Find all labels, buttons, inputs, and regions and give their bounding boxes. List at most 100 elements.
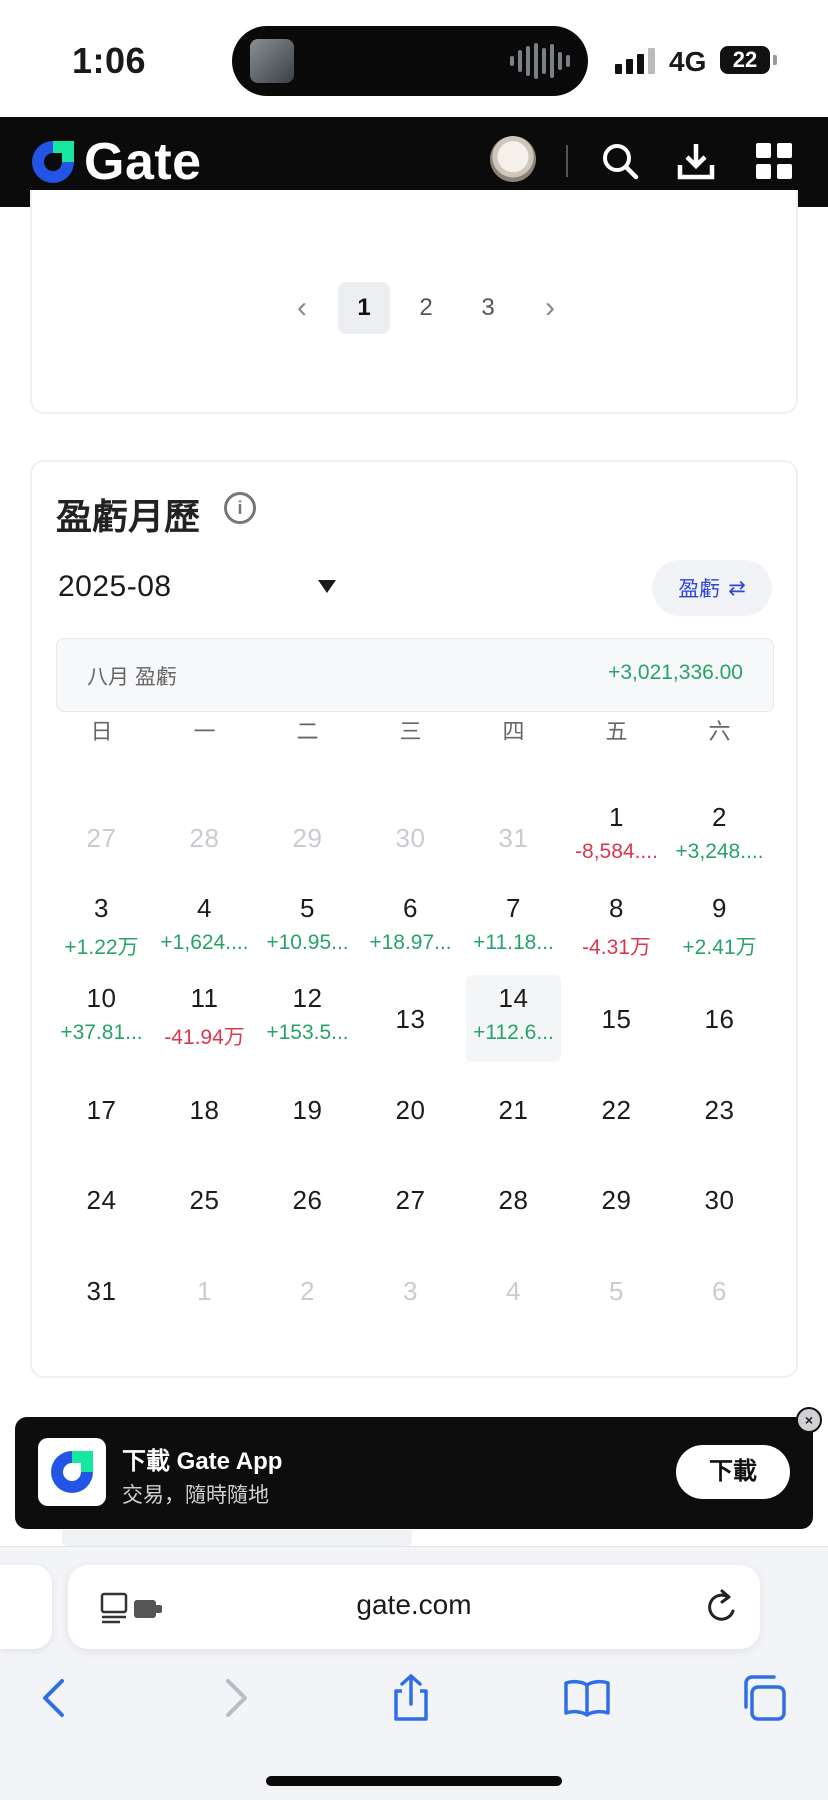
day-number: 5 <box>609 1275 624 1306</box>
calendar-day-cell[interactable]: 1 -8,584.... <box>565 792 668 883</box>
calendar-day-cell[interactable]: 23 <box>668 1064 771 1155</box>
day-number: 3 <box>403 1275 418 1306</box>
banner-subtitle: 交易，隨時隨地 <box>122 1484 269 1507</box>
day-number: 4 <box>197 892 212 923</box>
calendar-day-cell[interactable]: 15 <box>565 973 668 1064</box>
address-bar[interactable]: gate.com <box>68 1565 760 1649</box>
calendar-day-cell[interactable]: 11 -41.94万 <box>153 973 256 1064</box>
calendar-day-cell[interactable]: 17 <box>50 1064 153 1155</box>
banner-close-icon[interactable]: × <box>796 1407 822 1433</box>
day-pnl: +11.18... <box>473 930 554 954</box>
calendar-day-cell[interactable]: 16 <box>668 973 771 1064</box>
calendar-day-cell[interactable]: 4 +1,624.... <box>153 883 256 974</box>
calendar-day-cell[interactable]: 24 <box>50 1154 153 1245</box>
reload-icon[interactable] <box>702 1587 742 1627</box>
calendar-day-cell: 2 <box>256 1245 359 1336</box>
header-divider <box>566 145 568 177</box>
calendar-day-cell[interactable]: 31 <box>50 1245 153 1336</box>
calendar-day-cell[interactable]: 6 +18.97... <box>359 883 462 974</box>
network-type: 4G <box>669 46 707 77</box>
day-pnl: +1.22万 <box>64 935 139 959</box>
calendar-day-cell[interactable]: 18 <box>153 1064 256 1155</box>
day-pnl: -4.31万 <box>582 935 651 959</box>
day-number: 27 <box>395 1185 426 1215</box>
dropdown-caret-icon[interactable] <box>318 580 336 593</box>
calendar-day-cell[interactable]: 2 +3,248.... <box>668 792 771 883</box>
browser-toolbar: gate.com <box>0 1546 828 1800</box>
page-button-3[interactable]: 3 <box>462 282 514 334</box>
day-pnl: +18.97... <box>369 930 452 954</box>
download-button[interactable]: 下載 <box>676 1445 790 1499</box>
prev-page-button[interactable]: ‹ <box>276 282 328 334</box>
calendar-day-cell[interactable]: 14 +112.6... <box>466 975 561 1062</box>
tabs-icon[interactable] <box>740 1673 790 1723</box>
calendar-day-cell: 6 <box>668 1245 771 1336</box>
calendar-day-cell[interactable]: 28 <box>462 1154 565 1245</box>
month-selector[interactable]: 2025-08 <box>58 570 172 604</box>
forward-icon[interactable] <box>210 1673 260 1723</box>
calendar-day-cell[interactable]: 25 <box>153 1154 256 1245</box>
previous-tab-edge[interactable] <box>0 1565 52 1649</box>
day-number: 30 <box>395 823 426 853</box>
calendar-day-cell[interactable]: 19 <box>256 1064 359 1155</box>
day-number: 2 <box>300 1275 315 1306</box>
calendar-day-cell[interactable]: 22 <box>565 1064 668 1155</box>
summary-value: +3,021,336.00 <box>608 661 743 684</box>
calendar-day-cell[interactable]: 3 +1.22万 <box>50 883 153 974</box>
weekday-mon: 一 <box>193 719 216 744</box>
calendar-day-cell[interactable]: 29 <box>565 1154 668 1245</box>
day-number: 22 <box>601 1094 632 1125</box>
next-page-button[interactable]: › <box>524 282 576 334</box>
day-number: 31 <box>86 1275 117 1306</box>
search-icon[interactable] <box>598 139 642 183</box>
calendar-day-cell[interactable]: 7 +11.18... <box>462 883 565 974</box>
audio-waveform-icon <box>510 43 570 79</box>
calendar-day-cell[interactable]: 27 <box>359 1154 462 1245</box>
content-peek <box>62 1530 412 1546</box>
page-button-2[interactable]: 2 <box>400 282 452 334</box>
day-number: 17 <box>86 1094 117 1125</box>
url-text[interactable]: gate.com <box>68 1589 760 1621</box>
bookmarks-icon[interactable] <box>562 1673 612 1723</box>
day-pnl: +2.41万 <box>682 935 757 959</box>
day-pnl: +37.81... <box>60 1021 143 1044</box>
day-pnl: -41.94万 <box>164 1026 245 1049</box>
pnl-toggle-button[interactable]: 盈虧 ⇄ <box>652 560 772 616</box>
calendar-day-cell[interactable]: 8 -4.31万 <box>565 883 668 974</box>
download-app-banner[interactable]: 下載 Gate App 交易，隨時隨地 下載 <box>15 1417 813 1529</box>
calendar-grid: 27 28 29 30 31 1 -8,584.... 2 +3,248.... 3 +1.22万 4… <box>50 792 772 1335</box>
calendar-day-cell[interactable]: 5 +10.95... <box>256 883 359 974</box>
page-button-1[interactable]: 1 <box>338 282 390 334</box>
info-icon[interactable]: i <box>224 492 256 524</box>
apps-grid-icon[interactable] <box>752 139 796 183</box>
calendar-day-cell[interactable]: 26 <box>256 1154 359 1245</box>
calendar-day-cell: 5 <box>565 1245 668 1336</box>
cellular-signal-icon <box>615 48 655 74</box>
calendar-day-cell[interactable]: 21 <box>462 1064 565 1155</box>
share-icon[interactable] <box>386 1673 436 1723</box>
calendar-day-cell[interactable]: 20 <box>359 1064 462 1155</box>
day-number: 29 <box>292 823 323 853</box>
weekday-thu: 四 <box>502 719 525 744</box>
swap-icon: ⇄ <box>728 576 746 600</box>
pnl-toggle-label: 盈虧 <box>678 578 721 601</box>
calendar-day-cell: 27 <box>50 792 153 883</box>
battery-icon: 22 <box>720 46 770 74</box>
calendar-day-cell[interactable]: 12 +153.5... <box>256 973 359 1064</box>
user-avatar[interactable] <box>490 136 536 182</box>
download-icon[interactable] <box>674 139 718 183</box>
calendar-day-cell[interactable]: 10 +37.81... <box>50 973 153 1064</box>
dynamic-island[interactable] <box>232 26 588 96</box>
calendar-day-cell: 1 <box>153 1245 256 1336</box>
battery-level: 22 <box>732 47 758 72</box>
weekday-sat: 六 <box>708 719 731 744</box>
back-icon[interactable] <box>30 1673 80 1723</box>
calendar-day-cell[interactable]: 30 <box>668 1154 771 1245</box>
calendar-day-cell[interactable]: 9 +2.41万 <box>668 883 771 974</box>
day-number: 6 <box>403 892 418 923</box>
calendar-day-cell[interactable]: 13 <box>359 973 462 1064</box>
gate-logo[interactable]: Gate <box>28 136 202 188</box>
day-number: 11 <box>190 983 219 1013</box>
day-number: 18 <box>189 1094 220 1125</box>
pnl-calendar-card: 盈虧月歷 i 2025-08 盈虧 ⇄ 八月 盈虧 +3,021,336.00 … <box>30 460 798 1378</box>
